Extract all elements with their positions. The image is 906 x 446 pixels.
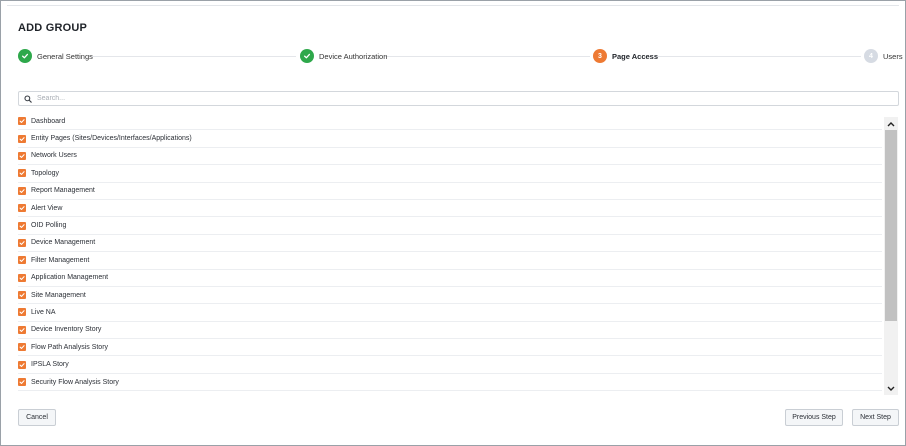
step-page-access[interactable]: 3 Page Access bbox=[593, 49, 658, 63]
list-item[interactable]: Network Users bbox=[18, 148, 882, 166]
checkbox[interactable] bbox=[18, 169, 26, 178]
previous-step-button[interactable]: Previous Step bbox=[785, 409, 843, 426]
checkbox[interactable] bbox=[18, 204, 26, 213]
checkbox[interactable] bbox=[18, 186, 26, 195]
list-item[interactable]: Report Management bbox=[18, 183, 882, 200]
checkmark-icon bbox=[19, 275, 25, 280]
dialog-title: ADD GROUP bbox=[18, 22, 88, 34]
step-label: Users bbox=[883, 51, 903, 61]
checkmark-icon bbox=[19, 223, 25, 228]
checkmark-icon bbox=[19, 328, 25, 332]
checkbox[interactable] bbox=[18, 238, 26, 247]
checkbox[interactable] bbox=[18, 343, 26, 352]
page-access-list: Dashboard Entity Pages (Sites/Devices/Int… bbox=[18, 113, 882, 392]
checkmark-icon bbox=[19, 258, 25, 263]
list-item[interactable]: Flow Path Analysis Story bbox=[18, 339, 882, 357]
check-icon bbox=[300, 49, 314, 63]
list-item-label: Live NA bbox=[31, 308, 56, 316]
list-item-label: Entity Pages (Sites/Devices/Interfaces/A… bbox=[31, 135, 192, 143]
checkmark-icon bbox=[19, 206, 25, 211]
list-item[interactable]: Entity Pages (Sites/Devices/Interfaces/A… bbox=[18, 130, 882, 148]
next-step-button[interactable]: Next Step bbox=[852, 409, 899, 426]
list-item[interactable]: Live NA bbox=[18, 304, 882, 322]
list-item[interactable]: Dashboard bbox=[18, 113, 882, 131]
step-users[interactable]: 4 Users bbox=[864, 49, 903, 63]
list-item[interactable]: Alert View bbox=[18, 200, 882, 218]
checkmark-icon bbox=[19, 119, 25, 124]
list-item-label: Dashboard bbox=[31, 117, 66, 125]
scrollbar-thumb[interactable] bbox=[885, 130, 897, 321]
list-item[interactable]: Device Inventory Story bbox=[18, 322, 882, 340]
checkmark-icon bbox=[19, 310, 25, 315]
step-number: 3 bbox=[593, 49, 607, 63]
checkbox[interactable] bbox=[18, 273, 26, 282]
checkbox[interactable] bbox=[18, 134, 26, 143]
search-input[interactable] bbox=[37, 95, 877, 102]
step-label: General Settings bbox=[37, 51, 93, 61]
list-item-label: Topology bbox=[31, 169, 60, 177]
checkmark-icon bbox=[19, 293, 25, 298]
list-item[interactable]: IPSLA Story bbox=[18, 356, 882, 374]
list-item[interactable]: Filter Management bbox=[18, 252, 882, 270]
list-item-label: Alert View bbox=[31, 204, 63, 212]
step-connector bbox=[655, 56, 861, 57]
list-item[interactable]: OID Polling bbox=[18, 217, 882, 235]
list-item-label: Filter Management bbox=[31, 256, 90, 264]
checkbox[interactable] bbox=[18, 360, 26, 369]
checkbox[interactable] bbox=[18, 325, 26, 334]
search-icon bbox=[24, 90, 32, 108]
checkmark-icon bbox=[19, 136, 25, 141]
search-box[interactable] bbox=[18, 91, 899, 106]
list-item[interactable]: Topology bbox=[18, 165, 882, 183]
chevron-down-icon[interactable] bbox=[884, 382, 898, 395]
checkbox[interactable] bbox=[18, 308, 26, 317]
step-label: Page Access bbox=[612, 51, 659, 61]
list-item[interactable]: Security Flow Analysis Story bbox=[18, 374, 882, 392]
checkmark-icon bbox=[19, 154, 25, 158]
checkbox[interactable] bbox=[18, 221, 26, 230]
step-number: 4 bbox=[864, 49, 878, 63]
list-item-label: Application Management bbox=[31, 274, 109, 282]
scrollbar[interactable] bbox=[884, 117, 898, 395]
checkbox[interactable] bbox=[18, 256, 26, 265]
list-item-label: OID Polling bbox=[31, 222, 67, 230]
step-label: Device Authorization bbox=[319, 51, 388, 61]
add-group-dialog: ADD GROUP General Settings Device Author… bbox=[0, 0, 906, 446]
chevron-up-icon[interactable] bbox=[884, 117, 898, 130]
checkmark-icon bbox=[19, 362, 25, 367]
step-device-authorization[interactable]: Device Authorization bbox=[300, 49, 387, 63]
checkmark-icon bbox=[19, 171, 25, 176]
list-item-label: Device Inventory Story bbox=[31, 326, 102, 334]
checkbox[interactable] bbox=[18, 291, 26, 300]
checkmark-icon bbox=[19, 241, 25, 245]
step-connector bbox=[384, 56, 590, 57]
list-item-label: IPSLA Story bbox=[31, 361, 69, 369]
top-divider bbox=[7, 5, 899, 6]
stepper: General Settings Device Authorization 3 … bbox=[18, 49, 903, 65]
step-general-settings[interactable]: General Settings bbox=[18, 49, 93, 63]
check-icon bbox=[18, 49, 32, 63]
checkbox[interactable] bbox=[18, 378, 26, 387]
checkmark-icon bbox=[19, 345, 25, 350]
list-item-label: Network Users bbox=[31, 152, 77, 160]
list-item[interactable]: Application Management bbox=[18, 270, 882, 287]
list-item-label: Flow Path Analysis Story bbox=[31, 343, 109, 351]
list-item-label: Security Flow Analysis Story bbox=[31, 378, 119, 386]
step-connector bbox=[90, 56, 296, 57]
cancel-button[interactable]: Cancel bbox=[18, 409, 56, 426]
checkmark-icon bbox=[19, 380, 25, 385]
list-item-label: Report Management bbox=[31, 187, 95, 195]
list-item[interactable]: Site Management bbox=[18, 287, 882, 305]
list-item-label: Device Management bbox=[31, 239, 96, 247]
checkbox[interactable] bbox=[18, 117, 26, 126]
checkbox[interactable] bbox=[18, 151, 26, 160]
checkmark-icon bbox=[19, 188, 25, 193]
list-item-label: Site Management bbox=[31, 291, 86, 299]
list-item[interactable]: Device Management bbox=[18, 235, 882, 253]
